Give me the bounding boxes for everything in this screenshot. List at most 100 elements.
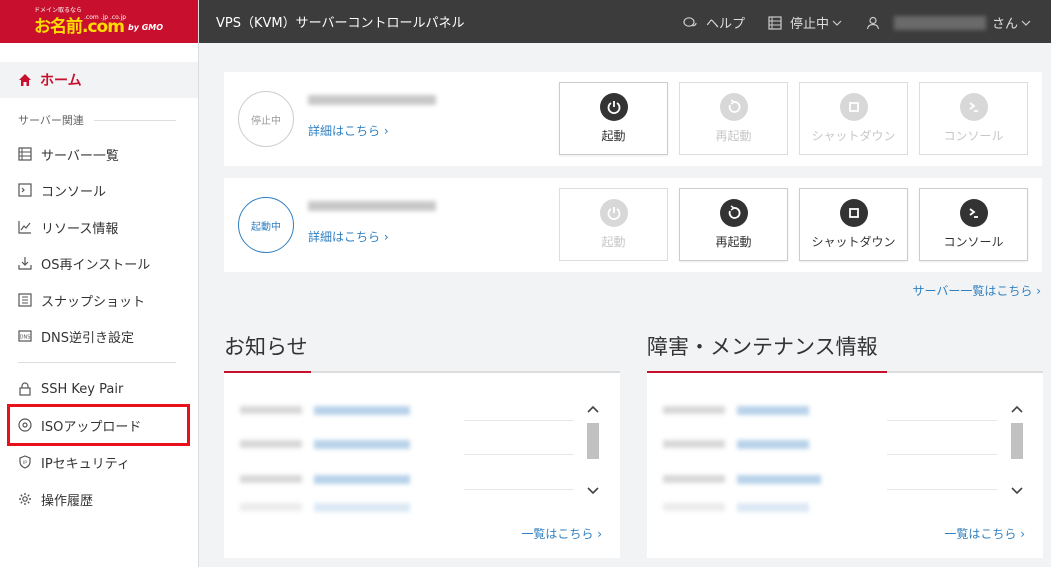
sidebar-item-snapshot[interactable]: スナップショット [18,288,145,312]
server-name-blurred [308,95,436,105]
restart-icon [719,93,748,121]
server-card: 起動中 詳細はこちら › 起動 再起動 シャットダウン コンソール [224,178,1042,272]
sidebar-item-label: コンソール [41,184,107,200]
chevron-up-icon[interactable] [1009,401,1025,417]
gear-icon [19,493,31,505]
shield-icon: IP [19,455,31,469]
status-filter-label: 停止中 [790,17,830,32]
svg-text:IP: IP [23,460,27,466]
start-button[interactable]: 起動 [559,188,668,261]
help-chat-icon [683,16,697,27]
shutdown-button[interactable]: シャットダウン [799,82,908,155]
sidebar-item-resource[interactable]: リソース情報 [18,215,118,239]
sidebar-item-label: サーバー一覧 [41,148,119,164]
server-list-icon [768,15,782,30]
server-list-link[interactable]: サーバー一覧はこちら › [913,282,1042,299]
console-label: コンソール [943,129,1004,143]
maintenance-panel: 一覧はこちら › [647,373,1043,558]
list-item[interactable] [224,440,584,455]
chevron-down-icon[interactable] [585,483,601,499]
power-icon [599,199,628,227]
server-list-icon [18,147,32,161]
news-scrollbar[interactable] [585,395,601,505]
sidebar-item-console[interactable]: コンソール [18,178,106,202]
console-button[interactable]: コンソール [919,82,1028,155]
console-icon [959,93,988,121]
list-item[interactable] [224,475,584,490]
maintenance-title: 障害・メンテナンス情報 [647,335,878,359]
restart-icon [719,199,748,227]
news-title: お知らせ [224,335,308,359]
status-badge: 起動中 [238,197,294,253]
console-icon [18,183,32,197]
list-item[interactable] [647,503,1007,513]
restart-label: 再起動 [715,235,752,249]
news-more-link[interactable]: 一覧はこちら › [521,525,602,542]
download-icon [18,257,32,270]
user-icon [866,16,880,29]
console-label: コンソール [943,235,1004,249]
maintenance-scrollbar[interactable] [1009,395,1025,505]
user-suffix: さん [992,17,1019,32]
detail-link[interactable]: 詳細はこちら › [308,228,389,245]
server-name-blurred [308,201,436,211]
power-icon [599,93,628,121]
sidebar-item-server-list[interactable]: サーバー一覧 [18,142,119,166]
list-item[interactable] [647,406,1007,421]
list-item[interactable] [647,440,1007,455]
scroll-thumb[interactable] [587,423,599,459]
sidebar-item-ip-security[interactable]: IP IPセキュリティ [18,450,130,474]
home-icon [19,74,31,86]
sidebar-item-label: DNS逆引き設定 [41,330,134,346]
user-menu-dropdown[interactable]: さん [866,13,1031,32]
chart-icon [18,221,31,234]
start-label: 起動 [601,235,626,249]
sidebar-item-label: ホーム [40,73,82,89]
chevron-down-icon[interactable] [1009,483,1025,499]
onamae-logo[interactable]: ドメイン取るなら お名前.com .com .jp .co.jp by GMO [0,0,198,43]
chevron-down-icon [1021,20,1031,26]
console-icon [959,199,988,227]
list-item[interactable] [647,475,1007,490]
server-card: 停止中 詳細はこちら › 起動 再起動 シャットダウン コンソール [224,72,1042,166]
stop-icon [839,93,868,121]
dns-icon: DNS [18,330,32,342]
sidebar-item-label: SSH Key Pair [41,381,124,397]
sidebar-item-label: IPセキュリティ [41,456,130,472]
sidebar-item-ssh-key[interactable]: SSH Key Pair [18,377,123,401]
sidebar-item-history[interactable]: 操作履歴 [18,487,93,511]
status-filter-dropdown[interactable]: 停止中 [768,13,842,32]
sidebar-item-home[interactable]: ホーム [0,62,198,98]
scroll-thumb[interactable] [1011,423,1023,459]
highlight-box [7,404,190,446]
news-panel: 一覧はこちら › [224,373,620,558]
list-item[interactable] [224,503,584,513]
sidebar-divider [18,362,176,363]
logo-company: by GMO [128,23,164,32]
sidebar-item-label: スナップショット [41,294,146,310]
maintenance-more-link[interactable]: 一覧はこちら › [944,525,1025,542]
shutdown-button[interactable]: シャットダウン [799,188,908,261]
restart-label: 再起動 [715,129,752,143]
section-label-server: サーバー関連 [18,112,176,128]
console-button[interactable]: コンソール [919,188,1028,261]
top-header: VPS（KVM）サーバーコントロールパネル ヘルプ 停止中 さん [199,0,1051,43]
snapshot-icon [18,293,32,307]
stop-icon [839,199,868,227]
start-button[interactable]: 起動 [559,82,668,155]
detail-link[interactable]: 詳細はこちら › [308,122,389,139]
sidebar-item-label: リソース情報 [41,221,119,237]
chevron-down-icon [832,20,842,26]
help-link[interactable]: ヘルプ [683,13,745,32]
restart-button[interactable]: 再起動 [679,188,788,261]
svg-text:DNS: DNS [20,335,31,341]
username-blurred [894,15,986,30]
restart-button[interactable]: 再起動 [679,82,788,155]
help-label: ヘルプ [706,17,746,32]
list-item[interactable] [224,406,584,421]
sidebar-item-dns[interactable]: DNS DNS逆引き設定 [18,324,134,348]
sidebar-item-os-reinstall[interactable]: OS再インストール [18,251,150,275]
chevron-up-icon[interactable] [585,401,601,417]
shutdown-label: シャットダウン [811,129,896,143]
sidebar: ドメイン取るなら お名前.com .com .jp .co.jp by GMO … [0,0,199,567]
